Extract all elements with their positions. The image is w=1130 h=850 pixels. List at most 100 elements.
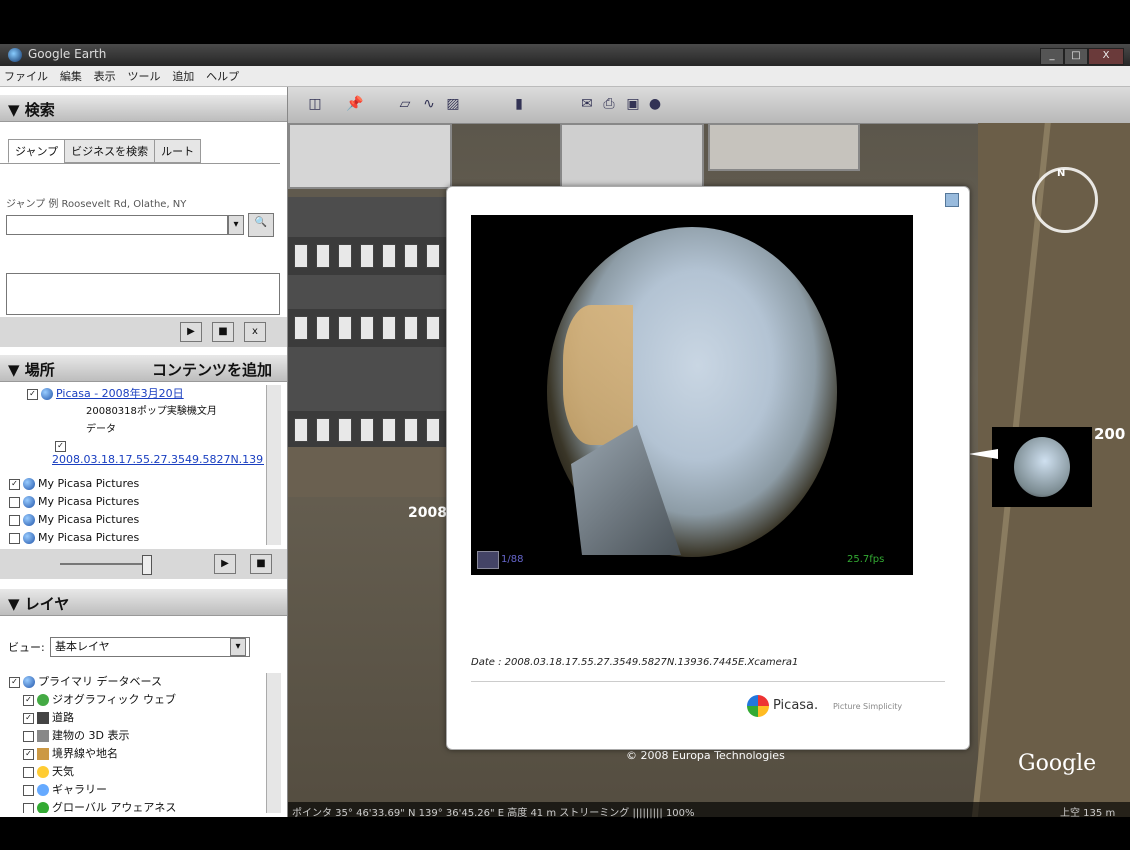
tab-jump[interactable]: ジャンプ (8, 139, 66, 163)
border-icon (37, 748, 49, 760)
search-header-label: ▼ 検索 (8, 101, 55, 119)
menu-edit[interactable]: 編集 (56, 66, 86, 86)
sidebar-toggle-icon[interactable]: ◫ (306, 95, 324, 113)
google-logo: Google (1018, 751, 1097, 776)
search-tab-body (0, 163, 280, 264)
maximize-balloon-icon[interactable] (945, 193, 959, 207)
status-bar: ポインタ 35° 46'33.69" N 139° 36'45.26" E 高度… (288, 802, 1130, 819)
email-icon[interactable]: ✉ (578, 95, 596, 113)
parked-car (316, 418, 330, 442)
list-item[interactable]: ✓2008.03.18.17.55.27.3549.5827N.13936.74… (6, 439, 264, 475)
placemark-icon[interactable]: 📌 (346, 95, 364, 113)
search-input[interactable] (6, 215, 228, 235)
sunlit-wall (563, 305, 633, 445)
parked-car (338, 244, 352, 268)
list-item[interactable]: My Picasa Pictures (6, 493, 264, 511)
list-item[interactable]: グローバル アウェアネス (6, 799, 264, 813)
places-scrollbar[interactable] (266, 385, 281, 545)
globe-icon (23, 496, 35, 508)
tour-slider[interactable] (60, 563, 150, 565)
list-item[interactable]: ✓ 境界線や地名 (6, 745, 264, 763)
slider-handle[interactable] (142, 555, 152, 575)
polygon-icon[interactable]: ▱ (396, 95, 414, 113)
layers-scrollbar[interactable] (266, 673, 281, 813)
google-earth-logo-icon (8, 48, 22, 62)
compass-icon[interactable]: N (1032, 167, 1098, 233)
parked-car (294, 316, 308, 340)
parked-car (426, 418, 440, 442)
places-tree: ✓ Picasa - 2008年3月20日 20080318ポップ実験機文月 デー… (6, 385, 264, 545)
parked-car (316, 244, 330, 268)
path-icon[interactable]: ∿ (420, 95, 438, 113)
search-section-header[interactable]: ▼ 検索 (0, 95, 287, 122)
print-icon[interactable]: ⎙ (600, 95, 618, 113)
list-item[interactable]: ✓ 道路 (6, 709, 264, 727)
search-icon: 🔍 (254, 217, 268, 228)
minimize-button[interactable]: _ (1040, 48, 1064, 65)
divider (471, 681, 945, 682)
view-in-maps-icon[interactable]: ▣ (624, 95, 642, 113)
layers-view-select[interactable]: 基本レイヤ (50, 637, 250, 657)
coordinates-readout: ポインタ 35° 46'33.69" N 139° 36'45.26" E 高度… (292, 808, 695, 819)
menu-file[interactable]: ファイル (0, 66, 52, 86)
search-tabs: ジャンプ ビジネスを検索 ルート (8, 139, 202, 163)
list-item[interactable]: ✓ Picasa - 2008年3月20日 (6, 385, 264, 403)
search-dropdown-button[interactable]: ▾ (228, 215, 244, 235)
gallery-icon (37, 784, 49, 796)
sidebar: ▼ 検索 ジャンプ ビジネスを検索 ルート ジャンプ 例 Roosevelt Rd,… (0, 87, 288, 817)
layers-tree: ✓ プライマリ データベース ✓ ジオグラフィック ウェブ ✓ 道路 建物の 3D 表… (6, 673, 264, 813)
grass-strip (288, 447, 448, 497)
map-label-200: 200 (1094, 425, 1126, 443)
list-item[interactable]: ギャラリー (6, 781, 264, 799)
menu-help[interactable]: ヘルプ (202, 66, 243, 86)
parked-car (382, 316, 396, 340)
layers-section-header[interactable]: ▼ レイヤ (0, 589, 287, 616)
list-item[interactable]: ✓ プライマリ データベース (6, 673, 264, 691)
road-icon (37, 712, 49, 724)
parked-car (382, 418, 396, 442)
list-item[interactable]: ✓ My Picasa Pictures (6, 475, 264, 493)
play-button[interactable]: ▶ (180, 322, 202, 342)
photo-nav-icon[interactable] (477, 551, 499, 569)
tour-play-button[interactable]: ▶ (214, 554, 236, 574)
close-button[interactable]: X (1088, 48, 1124, 65)
tour-stop-button[interactable]: ■ (250, 554, 272, 574)
list-item[interactable]: 天気 (6, 763, 264, 781)
chevron-down-icon[interactable]: ▾ (230, 638, 246, 656)
geoweb-icon (37, 694, 49, 706)
list-item[interactable]: 建物の 3D 表示 (6, 727, 264, 745)
list-item: データ (86, 424, 116, 435)
add-content-link[interactable]: コンテンツを追加 (152, 359, 272, 380)
menu-view[interactable]: 表示 (90, 66, 120, 86)
map-toolbar: ◫ 📌 ▱ ∿ ▨ ▮ ✉ ⎙ ▣ ● (288, 87, 1130, 124)
places-header-label: ▼ 場所 (8, 361, 55, 379)
parked-car (338, 316, 352, 340)
ruler-icon[interactable]: ▮ (510, 95, 528, 113)
parked-car (404, 244, 418, 268)
eye-altitude: 上空 135 m (1060, 808, 1116, 819)
list-item: 20080318ポップ実験機文月 (86, 406, 217, 417)
copyright-text: © 2008 Europa Technologies (626, 749, 785, 762)
title-bar: Google Earth _ □ X (0, 44, 1130, 66)
tab-business-search[interactable]: ビジネスを検索 (64, 139, 156, 163)
menu-bar: ファイル 編集 表示 ツール 追加 ヘルプ (0, 66, 1130, 87)
list-item[interactable]: ✓ ジオグラフィック ウェブ (6, 691, 264, 709)
image-overlay-icon[interactable]: ▨ (444, 95, 462, 113)
globe-icon (23, 514, 35, 526)
stop-button[interactable]: ■ (212, 322, 234, 342)
photo-caption: Date : 2008.03.18.17.55.27.3549.5827N.13… (471, 657, 799, 668)
parked-car (360, 316, 374, 340)
menu-tools[interactable]: ツール (123, 66, 164, 86)
list-item[interactable]: My Picasa Pictures (6, 529, 264, 545)
menu-add[interactable]: 追加 (168, 66, 198, 86)
list-item[interactable]: My Picasa Pictures (6, 511, 264, 529)
search-button[interactable]: 🔍 (248, 213, 274, 237)
places-section-header[interactable]: ▼ 場所 コンテンツを追加 (0, 355, 287, 382)
tab-route[interactable]: ルート (154, 139, 202, 163)
database-icon (23, 676, 35, 688)
photo-thumbnail[interactable] (992, 427, 1092, 507)
parked-car (426, 244, 440, 268)
maximize-button[interactable]: □ (1064, 48, 1088, 65)
clear-button[interactable]: x (244, 322, 266, 342)
earth-icon[interactable]: ● (646, 95, 664, 113)
